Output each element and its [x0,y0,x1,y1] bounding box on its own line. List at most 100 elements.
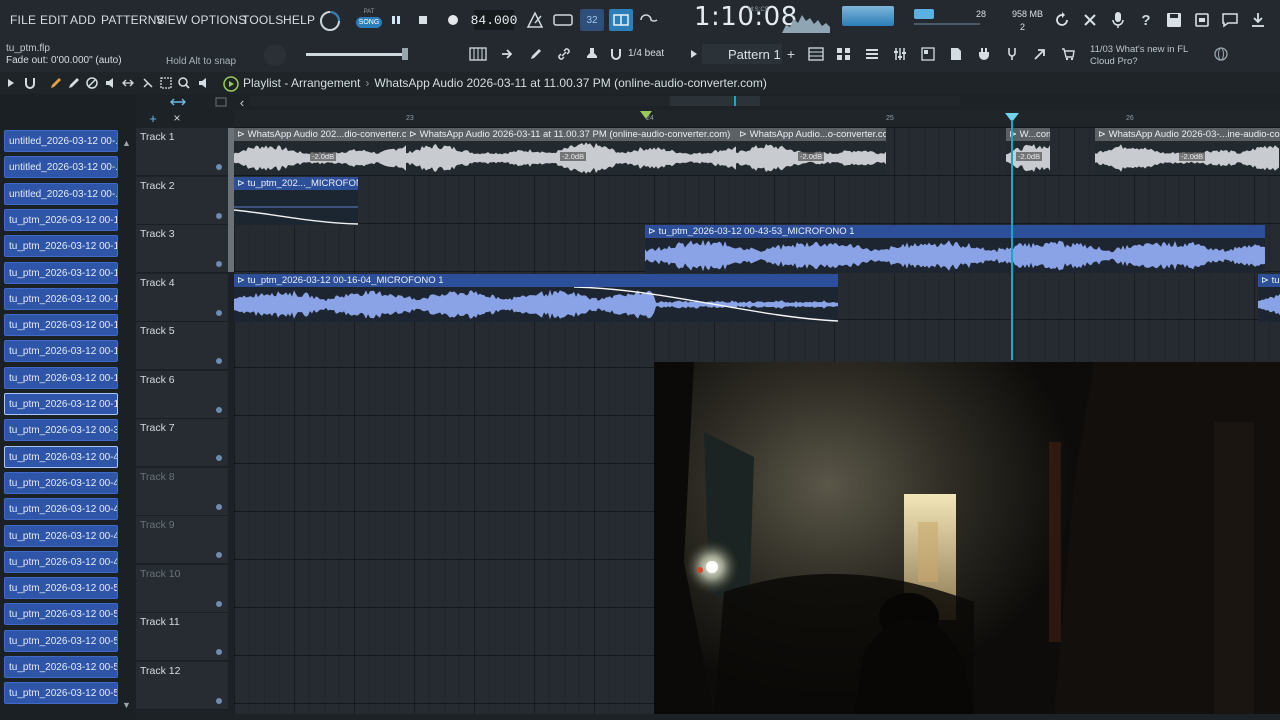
clip-list-item[interactable]: tu_ptm_2026-03-12 00-4... [4,471,118,494]
track-header[interactable]: Track 12 [136,661,228,710]
news-panel[interactable]: 11/03 What's new in FL Cloud Pro? [1090,44,1188,68]
magnet-icon[interactable] [608,45,624,63]
delete-tool-icon[interactable] [84,75,100,91]
pause-icon[interactable] [389,13,403,27]
globe-icon[interactable] [1212,45,1230,63]
master-volume-knob[interactable] [318,9,342,33]
clip-list-item[interactable]: tu_ptm_2026-03-12 00-5... [4,682,118,705]
track-header[interactable]: Track 8 [136,467,228,516]
pat-song-toggle[interactable]: PAT SONG [356,9,382,33]
fade-knob[interactable] [264,44,286,66]
track-header[interactable]: Track 6 [136,370,228,419]
timeline-ruler[interactable] [234,110,1280,128]
track-enable-dot[interactable] [216,406,222,413]
piano-icon[interactable] [468,45,488,63]
link-icon[interactable] [554,45,574,63]
grid-icon[interactable] [214,96,228,108]
snap-selector[interactable]: 1/4 beat [628,48,664,59]
audio-clip-track1[interactable]: ⊳ WhatsApp Audio 2026-03-11 at 11.00.37 … [406,128,736,175]
playlist-menu-arrow-icon[interactable] [4,76,18,90]
menu-options[interactable]: OPTIONS [191,13,246,27]
track-enable-dot[interactable] [216,649,222,655]
overview-scrollbar[interactable] [250,96,960,106]
master-pitch-slider[interactable] [306,53,406,56]
slider-handle[interactable] [402,48,408,60]
clip-list-item[interactable]: tu_ptm_2026-03-12 00-1... [4,314,118,337]
clip-list-item[interactable]: tu_ptm_2026-03-12 00-1... [4,340,118,363]
track-enable-dot[interactable] [216,164,222,170]
clip-list-item[interactable]: untitled_2026-03-12 00-... [4,130,118,152]
clip-list-item[interactable]: tu_ptm_2026-03-12 00-5... [4,656,118,678]
tempo-display[interactable]: 84.000 [471,10,517,30]
track-enable-dot[interactable] [216,455,222,461]
audio-clip-track4[interactable]: ⊳ tu [1258,274,1280,322]
clip-list-item[interactable]: untitled_2026-03-12 00-... [4,156,118,179]
menu-edit[interactable]: EDIT [40,13,68,27]
add-pattern-icon[interactable]: + [784,45,798,63]
magnet-snap-icon[interactable] [22,75,38,91]
save-icon[interactable] [1164,10,1184,30]
wait-for-input-icon[interactable] [552,10,574,30]
track-enable-dot[interactable] [216,552,222,558]
scroll-down-icon[interactable]: ▼ [122,700,131,710]
track-header[interactable]: Track 7 [136,419,228,467]
help-icon[interactable]: ? [1136,10,1156,30]
channel-rack-icon[interactable] [834,45,854,63]
draw-tool-icon[interactable] [48,75,64,91]
audio-clip-track1[interactable]: ⊳ WhatsApp Audio 2026-03-...ine-audio-co… [1095,128,1280,175]
arrow-export-icon[interactable] [1030,45,1050,63]
download-icon[interactable] [1248,10,1268,30]
pencil-icon[interactable] [526,45,546,63]
clip-list-item[interactable]: tu_ptm_2026-03-12 00-4... [4,498,118,521]
audio-clip-track4[interactable]: ⊳ tu_ptm_2026-03-12 00-16-04_MICROFONO 1 [234,274,838,322]
mixer-icon[interactable] [890,45,910,63]
stop-icon[interactable] [416,13,430,27]
clip-list-scrollbar[interactable]: ▲ ▼ [122,134,132,710]
audio-clip-track3[interactable]: ⊳ tu_ptm_2026-03-12 00-43-53_MICROFONO 1 [645,225,1265,273]
track-header[interactable]: Track 5 [136,322,228,370]
clip-list-item[interactable]: tu_ptm_2026-03-12 00-4... [4,445,118,468]
render-icon[interactable] [1192,10,1212,30]
close-icon[interactable]: × [170,111,184,125]
track-enable-dot[interactable] [216,309,222,316]
clip-list-item[interactable]: tu_ptm_2026-03-12 00-5... [4,603,118,626]
track-header[interactable]: Track 1 [136,128,228,176]
cart-icon[interactable] [1058,45,1078,63]
audio-clip-track1[interactable]: ⊳ WhatsApp Audio 202...dio-converter.com… [234,128,406,175]
clip-list-item[interactable]: tu_ptm_2026-03-12 00-5... [4,629,118,652]
track-header[interactable]: Track 10 [136,564,228,613]
loop-record-icon[interactable] [638,10,660,30]
clip-list-item[interactable]: tu_ptm_2026-03-12 00-4... [4,550,118,573]
playback-tool-icon[interactable] [196,75,212,91]
step-edit-toggle[interactable]: 32 [580,9,604,31]
slip-tool-icon[interactable] [120,75,136,91]
track-header[interactable]: Track 11 [136,613,228,661]
mute-tool-icon[interactable] [102,75,118,91]
chat-icon[interactable] [1220,10,1240,30]
menu-view[interactable]: VIEW [156,13,187,27]
tuning-fork-icon[interactable] [1002,45,1022,63]
blend-notes-icon[interactable] [609,9,633,31]
menu-file[interactable]: FILE [10,13,36,27]
track-enable-dot[interactable] [216,600,222,607]
clip-list-item[interactable]: tu_ptm_2026-03-12 00-1... [4,235,118,258]
metronome-icon[interactable] [524,10,546,30]
clip-list-item[interactable]: tu_ptm_2026-03-12 00-1... [4,366,118,389]
slice-tool-icon[interactable] [140,75,156,91]
zoom-tool-icon[interactable] [176,75,192,91]
menu-help[interactable]: HELP [283,13,315,27]
track-enable-dot[interactable] [216,358,222,364]
plug-icon[interactable] [974,45,994,63]
playlist-icon[interactable] [806,45,826,63]
list-icon[interactable] [862,45,882,63]
clip-list-item[interactable]: tu_ptm_2026-03-12 00-1... [4,287,118,310]
clip-list-item[interactable]: tu_ptm_2026-03-12 00-1... [4,208,118,231]
pattern-selector[interactable]: Pattern 1 [702,44,782,64]
menu-add[interactable]: ADD [70,13,96,27]
scroll-up-icon[interactable]: ▲ [122,138,131,148]
track-enable-dot[interactable] [216,503,222,510]
browser-icon[interactable] [918,45,938,63]
audio-clip-track1[interactable]: ⊳ WhatsApp Audio...o-converter.com) -2.0… [736,128,886,175]
track-header[interactable]: Track 2 [136,176,228,225]
clip-list-item[interactable]: tu_ptm_2026-03-12 00-4... [4,524,118,547]
